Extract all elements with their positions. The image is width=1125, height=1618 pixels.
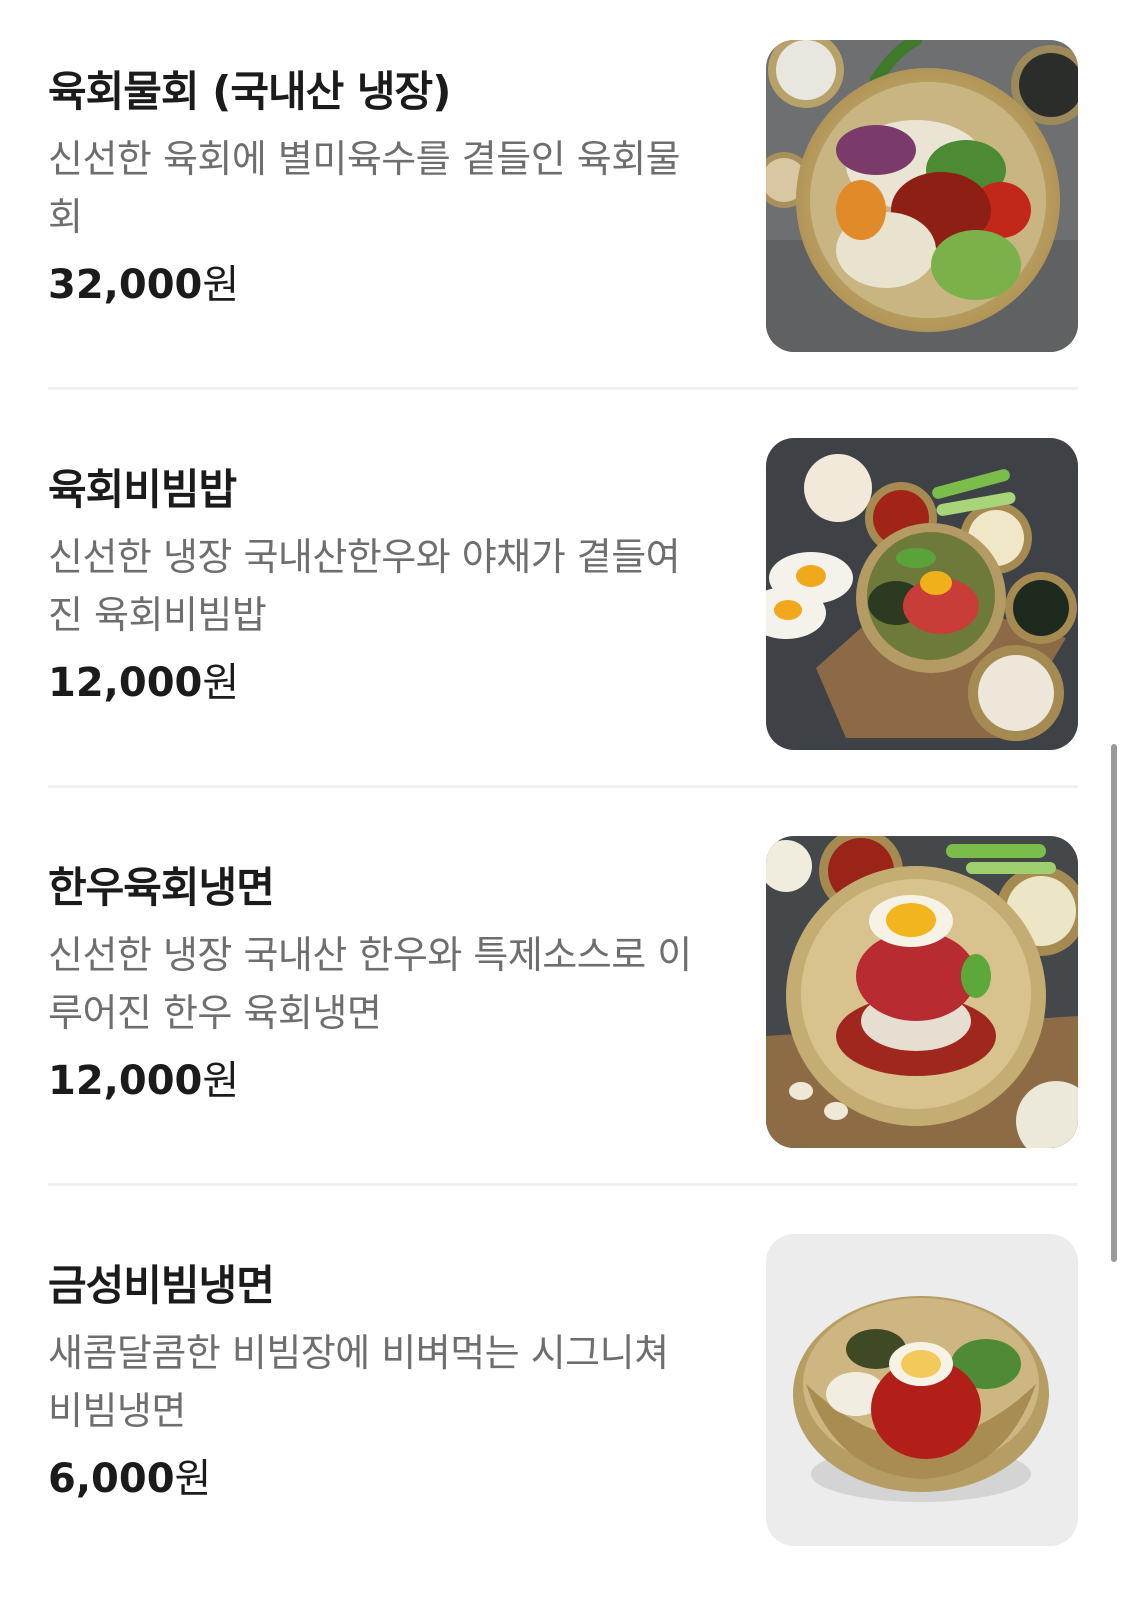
menu-item-yukhoe-mulhoe[interactable]: 육회물회 (국내산 냉장) 신선한 육회에 별미육수를 곁들인 육회물회 32,… — [48, 40, 1078, 420]
price-amount: 12,000 — [48, 660, 203, 706]
menu-item-text: 한우육회냉면 신선한 냉장 국내산 한우와 특제소스로 이루어진 한우 육회냉면… — [48, 862, 708, 1110]
menu-item-description: 신선한 육회에 별미육수를 곁들인 육회물회 — [48, 137, 681, 239]
menu-item-photo[interactable] — [766, 836, 1078, 1148]
price-currency: 원 — [202, 262, 240, 308]
menu-item-title: 육회비빔밥 — [48, 465, 237, 514]
menu-item-title: 육회물회 (국내산 냉장) — [48, 67, 451, 116]
menu-item-photo[interactable] — [766, 1234, 1078, 1546]
menu-item-geumseong-bibim-naengmyeon[interactable]: 금성비빔냉면 새콤달콤한 비빔장에 비벼먹는 시그니쳐 비빔냉면 6,000원 — [48, 1234, 1078, 1614]
menu-item-hanwoo-yukhoe-naengmyeon[interactable]: 한우육회냉면 신선한 냉장 국내산 한우와 특제소스로 이루어진 한우 육회냉면… — [48, 836, 1078, 1216]
menu-item-description: 신선한 냉장 국내산한우와 야채가 곁들여진 육회비빔밥 — [48, 535, 681, 637]
menu-item-title: 금성비빔냉면 — [48, 1261, 275, 1310]
menu-item-text: 육회물회 (국내산 냉장) 신선한 육회에 별미육수를 곁들인 육회물회 32,… — [48, 66, 708, 314]
price-currency: 원 — [202, 660, 240, 706]
price-amount: 6,000 — [48, 1456, 175, 1502]
menu-item-price: 6,000원 — [48, 1450, 708, 1508]
menu-item-text: 금성비빔냉면 새콤달콤한 비빔장에 비벼먹는 시그니쳐 비빔냉면 6,000원 — [48, 1260, 708, 1508]
divider — [48, 1183, 1078, 1186]
menu-item-photo[interactable] — [766, 40, 1078, 352]
divider — [48, 387, 1078, 390]
yukhoe-mulhoe-image — [766, 40, 1078, 352]
menu-item-description: 신선한 냉장 국내산 한우와 특제소스로 이루어진 한우 육회냉면 — [48, 933, 692, 1035]
geumseong-bibim-naengmyeon-image — [766, 1234, 1078, 1546]
menu-item-price: 12,000원 — [48, 654, 708, 712]
menu-item-text: 육회비빔밥 신선한 냉장 국내산한우와 야채가 곁들여진 육회비빔밥 12,00… — [48, 464, 708, 712]
price-amount: 32,000 — [48, 262, 203, 308]
price-currency: 원 — [174, 1456, 212, 1502]
menu-item-price: 12,000원 — [48, 1052, 708, 1110]
scrollbar[interactable] — [1111, 744, 1117, 1262]
yukhoe-bibimbap-image — [766, 438, 1078, 750]
divider — [48, 785, 1078, 788]
menu-item-yukhoe-bibimbap[interactable]: 육회비빔밥 신선한 냉장 국내산한우와 야채가 곁들여진 육회비빔밥 12,00… — [48, 438, 1078, 818]
menu-item-price: 32,000원 — [48, 256, 708, 314]
menu-item-description: 새콤달콤한 비빔장에 비벼먹는 시그니쳐 비빔냉면 — [48, 1331, 669, 1433]
price-amount: 12,000 — [48, 1058, 203, 1104]
price-currency: 원 — [202, 1058, 240, 1104]
hanwoo-yukhoe-naengmyeon-image — [766, 836, 1078, 1148]
menu-item-title: 한우육회냉면 — [48, 863, 275, 912]
menu-item-photo[interactable] — [766, 438, 1078, 750]
